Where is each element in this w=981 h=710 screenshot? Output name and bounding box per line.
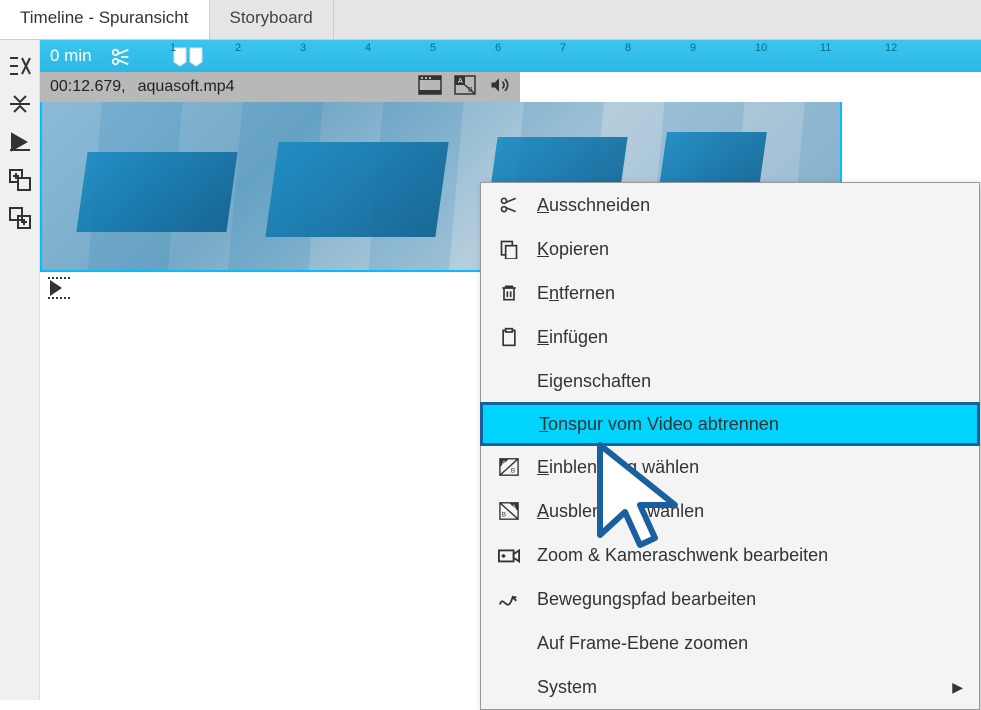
menu-system-label: System <box>537 677 936 698</box>
menu-motion-path[interactable]: Bewegungspfad bearbeiten <box>481 577 979 621</box>
timeline-ruler[interactable]: 0 min 1 2 3 4 5 6 7 8 9 10 11 <box>40 40 981 72</box>
camera-plus-icon <box>497 543 521 567</box>
svg-text:A: A <box>512 504 517 511</box>
tool-tracks-icon[interactable] <box>6 52 34 80</box>
svg-text:B: B <box>468 87 473 94</box>
tool-play-icon[interactable] <box>6 128 34 156</box>
track-start-marker[interactable] <box>40 274 80 302</box>
fade-out-icon: BA <box>497 499 521 523</box>
tabs-bar: Timeline - Spuransicht Storyboard <box>0 0 981 40</box>
menu-copy-label: Kopieren <box>537 239 963 260</box>
menu-paste[interactable]: Einfügen <box>481 315 979 359</box>
menu-frame-zoom-label: Auf Frame-Ebene zoomen <box>537 633 963 654</box>
scissors-icon[interactable] <box>110 46 132 73</box>
menu-remove[interactable]: Entfernen <box>481 271 979 315</box>
marker-icon[interactable] <box>172 46 204 73</box>
fade-in-icon: AB <box>497 455 521 479</box>
menu-fade-in-label: Einblendung wählen <box>537 457 963 478</box>
trash-icon <box>497 281 521 305</box>
clip-filename: aquasoft.mp4 <box>138 78 235 96</box>
svg-text:A: A <box>502 460 507 467</box>
menu-separate-audio-label: Tonspur vom Video abtrennen <box>539 414 961 435</box>
menu-separate-audio[interactable]: Tonspur vom Video abtrennen <box>480 402 980 446</box>
tool-add-bottom-icon[interactable] <box>6 204 34 232</box>
ruler-start-label: 0 min <box>50 46 92 66</box>
menu-properties[interactable]: Eigenschaften <box>481 359 979 403</box>
svg-text:B: B <box>511 467 515 474</box>
menu-fade-in[interactable]: AB Einblendung wählen <box>481 445 979 489</box>
menu-cut-label: Ausschneiden <box>537 195 963 216</box>
menu-remove-label: Entfernen <box>537 283 963 304</box>
path-icon <box>497 587 521 611</box>
cut-icon <box>497 193 521 217</box>
svg-text:A: A <box>458 78 463 85</box>
menu-cut[interactable]: Ausschneiden <box>481 183 979 227</box>
menu-properties-label: Eigenschaften <box>537 371 963 392</box>
menu-frame-zoom[interactable]: Auf Frame-Ebene zoomen <box>481 621 979 665</box>
tab-timeline[interactable]: Timeline - Spuransicht <box>0 0 210 39</box>
paste-icon <box>497 325 521 349</box>
menu-zoom-pan[interactable]: Zoom & Kameraschwenk bearbeiten <box>481 533 979 577</box>
left-toolbar <box>0 40 40 700</box>
menu-motion-path-label: Bewegungspfad bearbeiten <box>537 589 963 610</box>
menu-paste-label: Einfügen <box>537 327 963 348</box>
chevron-right-icon: ▶ <box>952 679 963 696</box>
clip-header[interactable]: 00:12.679, aquasoft.mp4 AB <box>40 72 520 102</box>
svg-text:B: B <box>502 511 506 518</box>
menu-fade-out[interactable]: BA Ausblendung wählen <box>481 489 979 533</box>
audio-icon[interactable] <box>488 75 510 100</box>
filmstrip-icon[interactable] <box>418 75 442 100</box>
tool-collapse-icon[interactable] <box>6 90 34 118</box>
clip-time: 00:12.679, <box>50 78 126 96</box>
tab-storyboard[interactable]: Storyboard <box>210 0 334 39</box>
menu-copy[interactable]: Kopieren <box>481 227 979 271</box>
tool-add-top-icon[interactable] <box>6 166 34 194</box>
copy-icon <box>497 237 521 261</box>
transition-icon[interactable]: AB <box>454 75 476 100</box>
menu-zoom-pan-label: Zoom & Kameraschwenk bearbeiten <box>537 545 963 566</box>
menu-system[interactable]: System ▶ <box>481 665 979 709</box>
context-menu: Ausschneiden Kopieren Entfernen Einfügen… <box>480 182 980 710</box>
menu-fade-out-label: Ausblendung wählen <box>537 501 963 522</box>
